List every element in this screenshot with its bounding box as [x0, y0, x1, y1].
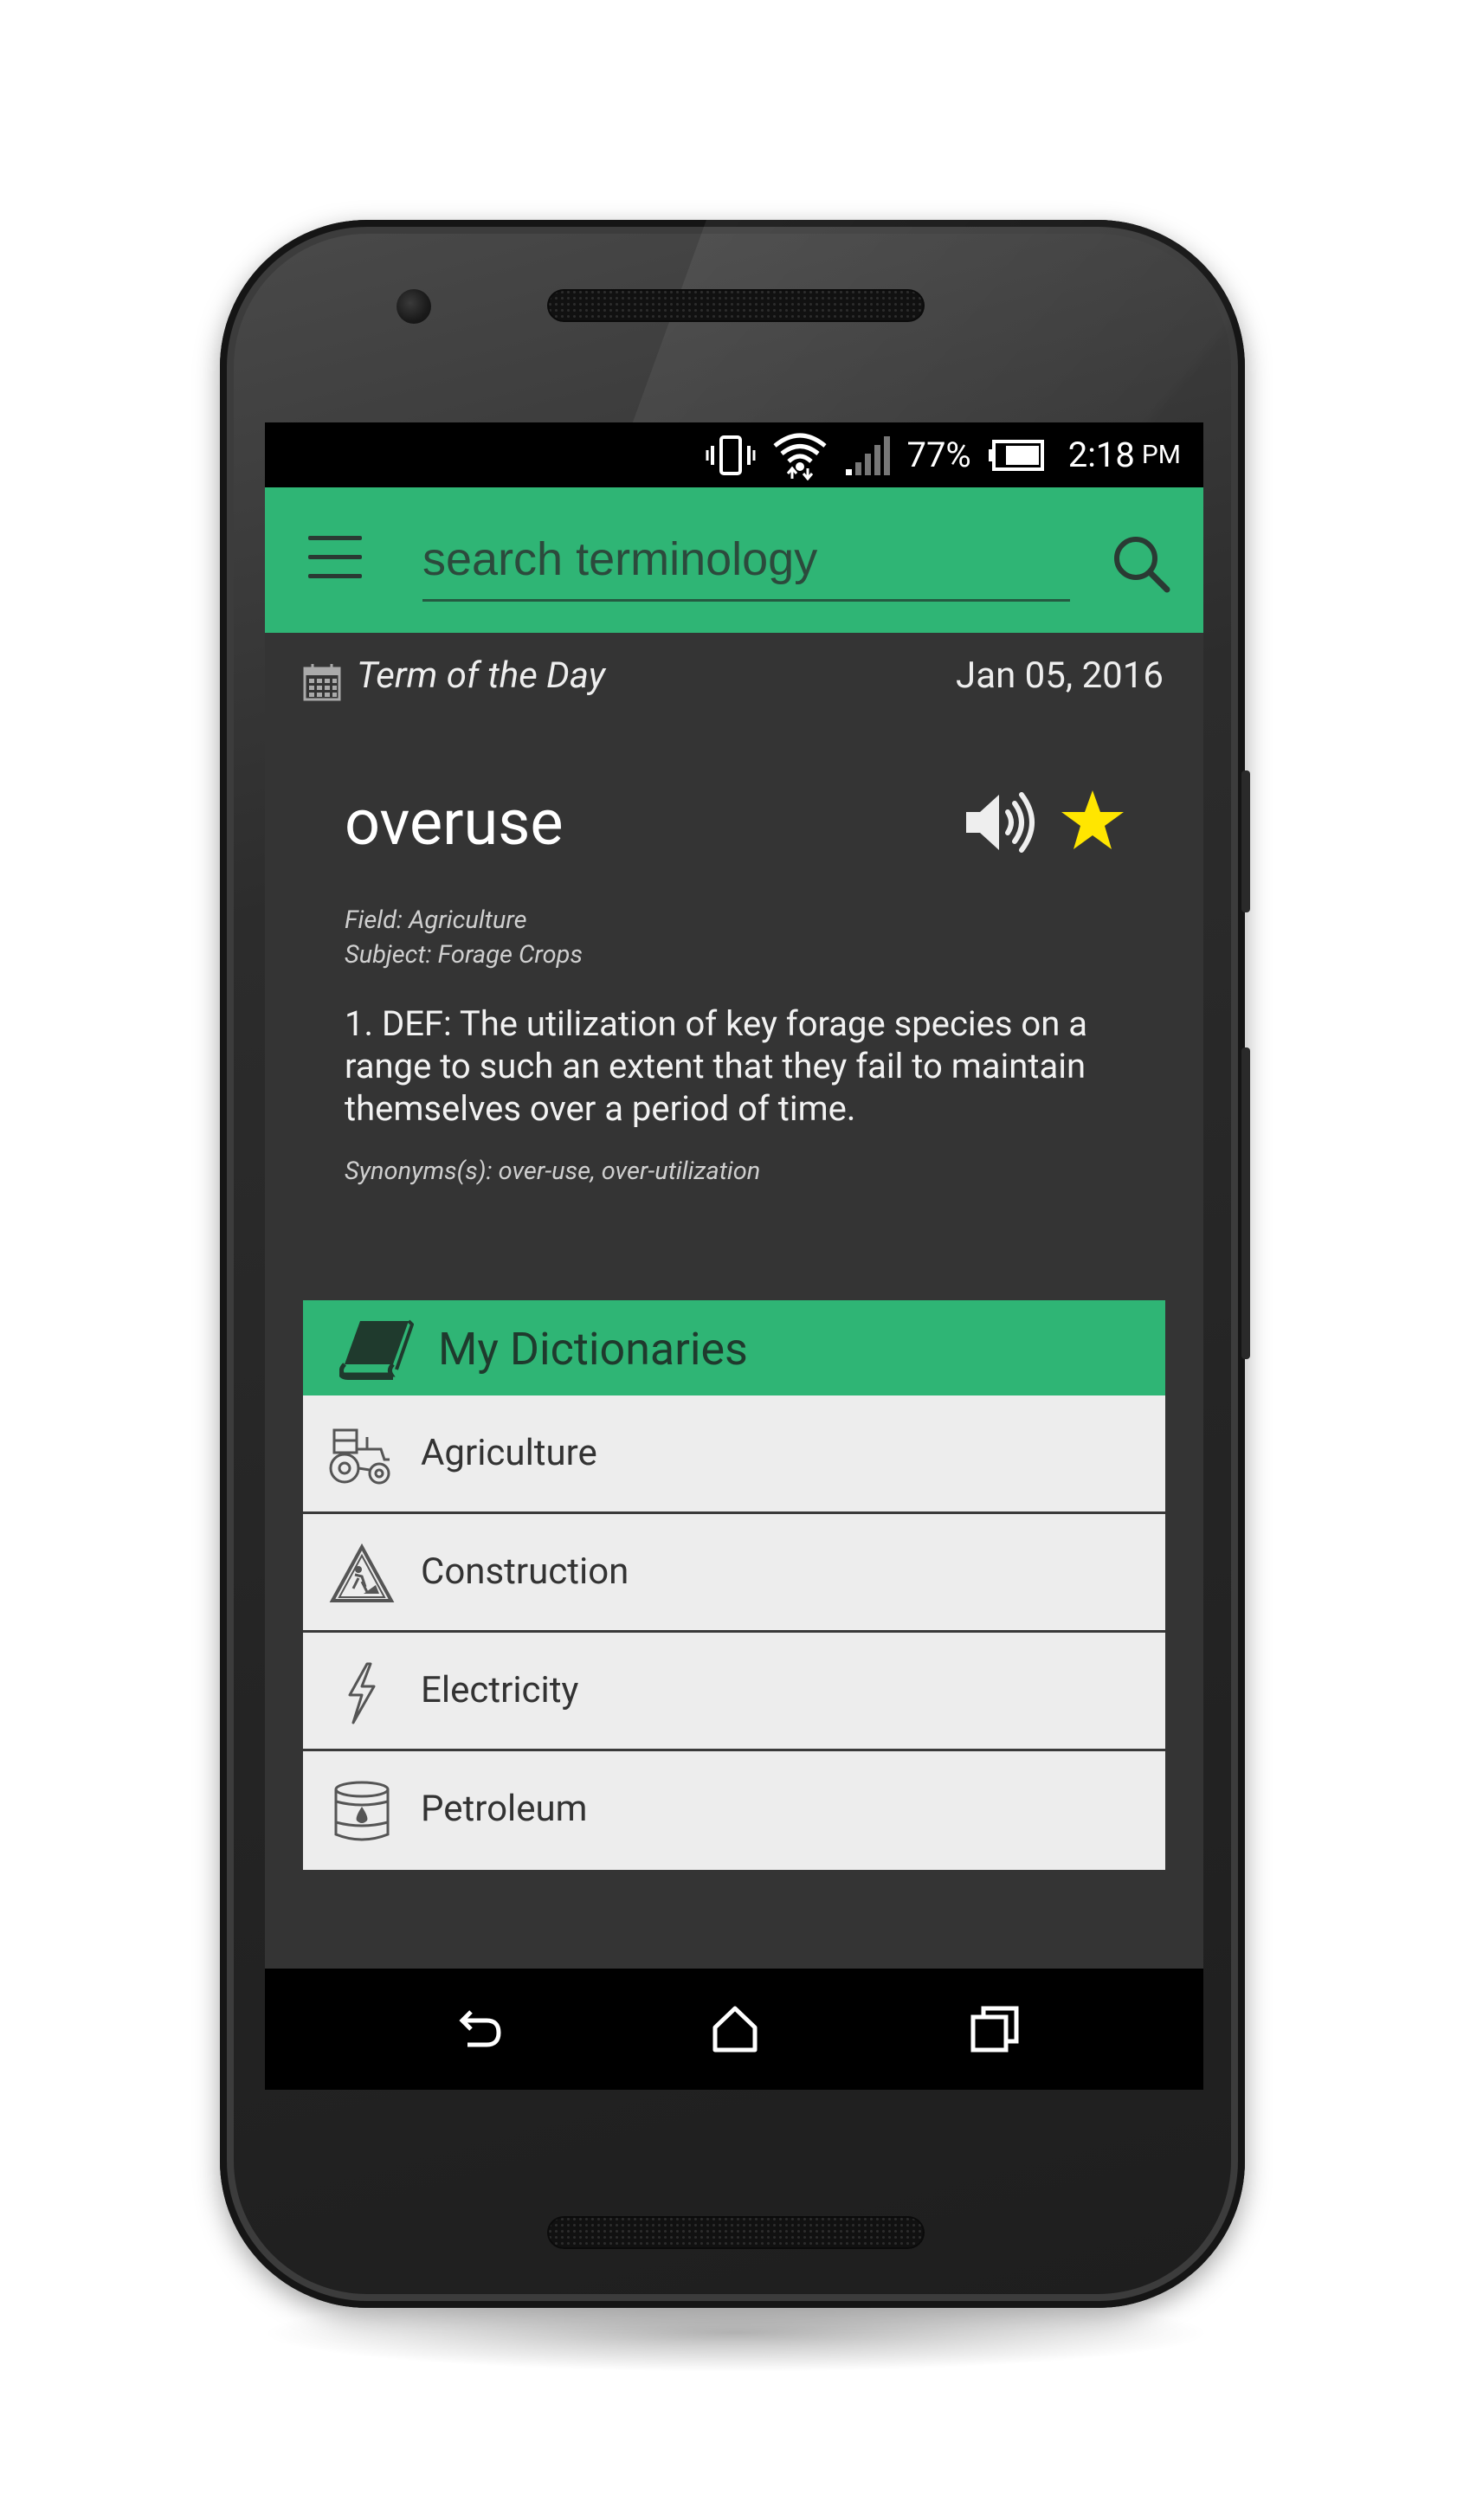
term-title: overuse [345, 786, 564, 860]
app-toolbar [265, 487, 1203, 633]
term-field: Field: Agriculture [345, 906, 527, 935]
system-nav-bar [265, 1969, 1203, 2090]
home-icon[interactable] [708, 2003, 762, 2057]
back-icon[interactable] [452, 2003, 506, 2057]
construction-sign-icon [329, 1543, 395, 1606]
dictionary-label: Petroleum [421, 1788, 588, 1830]
book-icon [337, 1316, 415, 1380]
signal-icon [844, 435, 891, 476]
clock: 2:18 PM [1068, 435, 1181, 475]
term-of-day-header: Term of the Day Jan 05, 2016 [265, 639, 1203, 717]
term-subject: Subject: Forage Crops [345, 940, 583, 970]
term-of-day-label: Term of the Day [357, 654, 605, 697]
wifi-icon [771, 430, 828, 480]
clock-ampm: PM [1141, 440, 1181, 470]
tractor-icon [329, 1425, 395, 1487]
oil-barrel-icon [329, 1781, 395, 1843]
bottom-speaker-grille [547, 2216, 925, 2249]
dictionary-item-construction[interactable]: Construction [303, 1514, 1165, 1633]
battery-percent: 77% [906, 435, 971, 475]
search-field [422, 522, 1070, 602]
front-camera [397, 289, 431, 324]
recents-icon[interactable] [968, 2003, 1022, 2057]
clock-time: 2:18 [1067, 435, 1135, 475]
battery-icon [987, 438, 1046, 473]
search-icon[interactable] [1110, 532, 1172, 595]
term-of-day-date: Jan 05, 2016 [956, 654, 1164, 697]
dictionary-label: Electricity [421, 1669, 579, 1711]
dictionary-item-electricity[interactable]: Electricity [303, 1633, 1165, 1751]
calendar-icon [303, 663, 341, 701]
app-screen: 77% 2:18 PM search terminology Term of t… [265, 422, 1203, 2090]
dictionary-label: Construction [421, 1550, 629, 1593]
pronunciation-speaker-icon[interactable] [963, 786, 1039, 859]
power-button [1241, 770, 1250, 912]
my-dictionaries-header: My Dictionaries [303, 1300, 1165, 1395]
my-dictionaries-title: My Dictionaries [438, 1323, 748, 1376]
search-input[interactable] [422, 522, 1070, 596]
lightning-bolt-icon [329, 1662, 395, 1724]
top-speaker-grille [547, 289, 925, 322]
hamburger-menu-icon[interactable] [308, 536, 362, 581]
my-dictionaries-panel: My Dictionaries Agriculture Construction… [303, 1300, 1165, 1870]
vibrate-icon [706, 434, 756, 477]
volume-button [1241, 1047, 1250, 1359]
dictionary-item-agriculture[interactable]: Agriculture [303, 1395, 1165, 1514]
term-definition: 1. DEF: The utilization of key forage sp… [345, 1003, 1087, 1129]
term-synonyms: Synonyms(s): over-use, over-utilization [345, 1157, 761, 1186]
favorite-star-icon[interactable] [1060, 788, 1125, 854]
dictionary-item-petroleum[interactable]: Petroleum [303, 1751, 1165, 1870]
dictionary-label: Agriculture [421, 1432, 597, 1474]
status-bar: 77% 2:18 PM [265, 422, 1203, 487]
